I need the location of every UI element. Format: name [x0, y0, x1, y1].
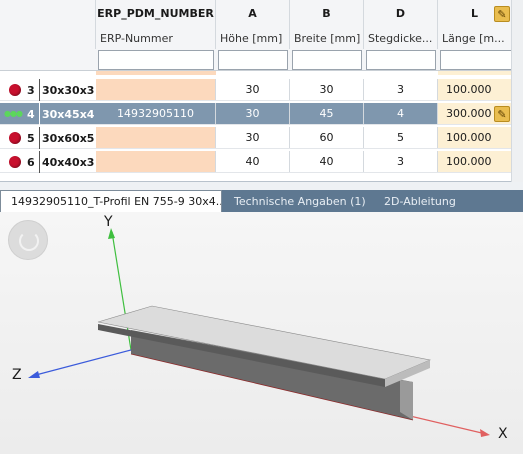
table-row[interactable]: 5 30x60x5 30 60 5 100.000: [0, 127, 523, 149]
column-header-d-label: D: [395, 7, 406, 20]
row-number: 5: [27, 131, 35, 145]
edit-value-pencil-icon[interactable]: ✎: [494, 106, 510, 122]
variant-table: ERP_PDM_NUMBER A B D L ✎ ERP-Nummer Höhe…: [0, 0, 523, 182]
row-number: 4: [27, 107, 35, 121]
filter-row: [0, 49, 523, 71]
cell-b[interactable]: 30: [290, 79, 364, 100]
cell-l[interactable]: 100.000: [438, 151, 511, 172]
view-tab-strip: 14932905110_T-Profil EN 755-9 30x4... Te…: [0, 190, 523, 212]
filter-input-b[interactable]: [292, 50, 362, 70]
tab-technical-details[interactable]: Technische Angaben (1): [224, 190, 372, 212]
cell-erp[interactable]: [96, 127, 216, 148]
cell-b[interactable]: 45: [290, 103, 364, 124]
table-row-partial: [0, 71, 523, 75]
tab-2d-derivation-label: 2D-Ableitung: [384, 194, 456, 208]
filter-input-a[interactable]: [218, 50, 288, 70]
3d-viewer[interactable]: Y Z X: [0, 212, 523, 454]
column-header-erp[interactable]: ERP_PDM_NUMBER: [96, 0, 216, 27]
cell-d[interactable]: 4: [364, 103, 438, 124]
row-name: 30x60x5: [39, 127, 94, 149]
z-axis-label: Z: [12, 367, 22, 383]
cell-a[interactable]: 30: [216, 79, 290, 100]
corner-header: [0, 0, 96, 27]
cell-d[interactable]: 3: [364, 79, 438, 100]
table-row[interactable]: 6 40x40x3 40 40 3 100.000: [0, 151, 523, 173]
table-row[interactable]: 3 30x30x3 30 30 3 100.000: [0, 79, 523, 101]
column-subheader-row: ERP-Nummer Höhe [mm] Breite [mm] Stegdic…: [0, 27, 523, 49]
row-number: 3: [27, 83, 35, 97]
grid-scrollbar[interactable]: [511, 0, 523, 182]
filter-input-l[interactable]: [440, 50, 512, 70]
cell-a[interactable]: 30: [216, 103, 290, 124]
column-header-a[interactable]: A: [216, 0, 290, 27]
status-dot-icon: [9, 84, 21, 96]
subheader-l: Länge [m...: [438, 27, 511, 49]
subheader-l-label: Länge [m...: [442, 31, 505, 45]
column-header-l-label: L: [470, 7, 478, 20]
tab-3d-view-label: 14932905110_T-Profil EN 755-9 30x4...: [11, 195, 222, 208]
cell-erp[interactable]: 14932905110: [96, 103, 216, 124]
edit-pencil-icon[interactable]: ✎: [494, 6, 510, 22]
x-axis-arrow-icon: [480, 429, 490, 437]
filter-input-erp[interactable]: [98, 50, 214, 70]
row-name: 30x45x4: [39, 103, 94, 125]
z-axis-arrow-icon: [28, 371, 40, 378]
cell-d[interactable]: 5: [364, 127, 438, 148]
active-indicator-icon: ●●●: [4, 109, 23, 118]
x-axis-label: X: [498, 426, 508, 442]
cell-l[interactable]: 100.000: [438, 79, 511, 100]
subheader-erp-label: ERP-Nummer: [100, 31, 173, 45]
column-header-row: ERP_PDM_NUMBER A B D L ✎: [0, 0, 523, 27]
column-header-d[interactable]: D: [364, 0, 438, 27]
cell-b[interactable]: 40: [290, 151, 364, 172]
tab-2d-derivation[interactable]: 2D-Ableitung: [374, 190, 494, 212]
subheader-d-label: Stegdicke...: [368, 31, 433, 45]
subheader-d: Stegdicke...: [364, 27, 438, 49]
row-number: 6: [27, 155, 35, 169]
subheader-b: Breite [mm]: [290, 27, 364, 49]
subheader-erp: ERP-Nummer: [96, 27, 216, 49]
cell-erp[interactable]: [96, 151, 216, 172]
3d-scene: [28, 228, 490, 437]
column-header-erp-label: ERP_PDM_NUMBER: [97, 7, 214, 20]
row-name: 40x40x3: [39, 151, 94, 173]
panel-splitter[interactable]: [0, 182, 523, 190]
corner-subheader: [0, 27, 96, 49]
tab-technical-details-label: Technische Angaben (1): [234, 194, 366, 208]
tab-3d-view[interactable]: 14932905110_T-Profil EN 755-9 30x4...: [0, 190, 222, 212]
status-dot-icon: [9, 132, 21, 144]
filter-input-d[interactable]: [366, 50, 436, 70]
subheader-a-label: Höhe [mm]: [220, 31, 283, 45]
column-header-a-label: A: [248, 7, 257, 20]
subheader-a: Höhe [mm]: [216, 27, 290, 49]
cell-b[interactable]: 60: [290, 127, 364, 148]
column-header-b-label: B: [322, 7, 331, 20]
status-dot-icon: [9, 156, 21, 168]
row-name: 30x30x3: [39, 79, 94, 101]
cell-d[interactable]: 3: [364, 151, 438, 172]
cell-erp[interactable]: [96, 79, 216, 100]
cell-l-partial: [438, 71, 511, 75]
y-axis-label: Y: [104, 214, 113, 230]
column-header-b[interactable]: B: [290, 0, 364, 27]
subheader-b-label: Breite [mm]: [294, 31, 361, 45]
cell-a[interactable]: 40: [216, 151, 290, 172]
cell-l[interactable]: 100.000: [438, 127, 511, 148]
z-axis-line: [31, 349, 132, 377]
cell-erp-partial: [96, 71, 216, 75]
cell-a[interactable]: 30: [216, 127, 290, 148]
table-row-selected[interactable]: ●●● 4 30x45x4 14932905110 30 45 4 300.00…: [0, 103, 523, 125]
